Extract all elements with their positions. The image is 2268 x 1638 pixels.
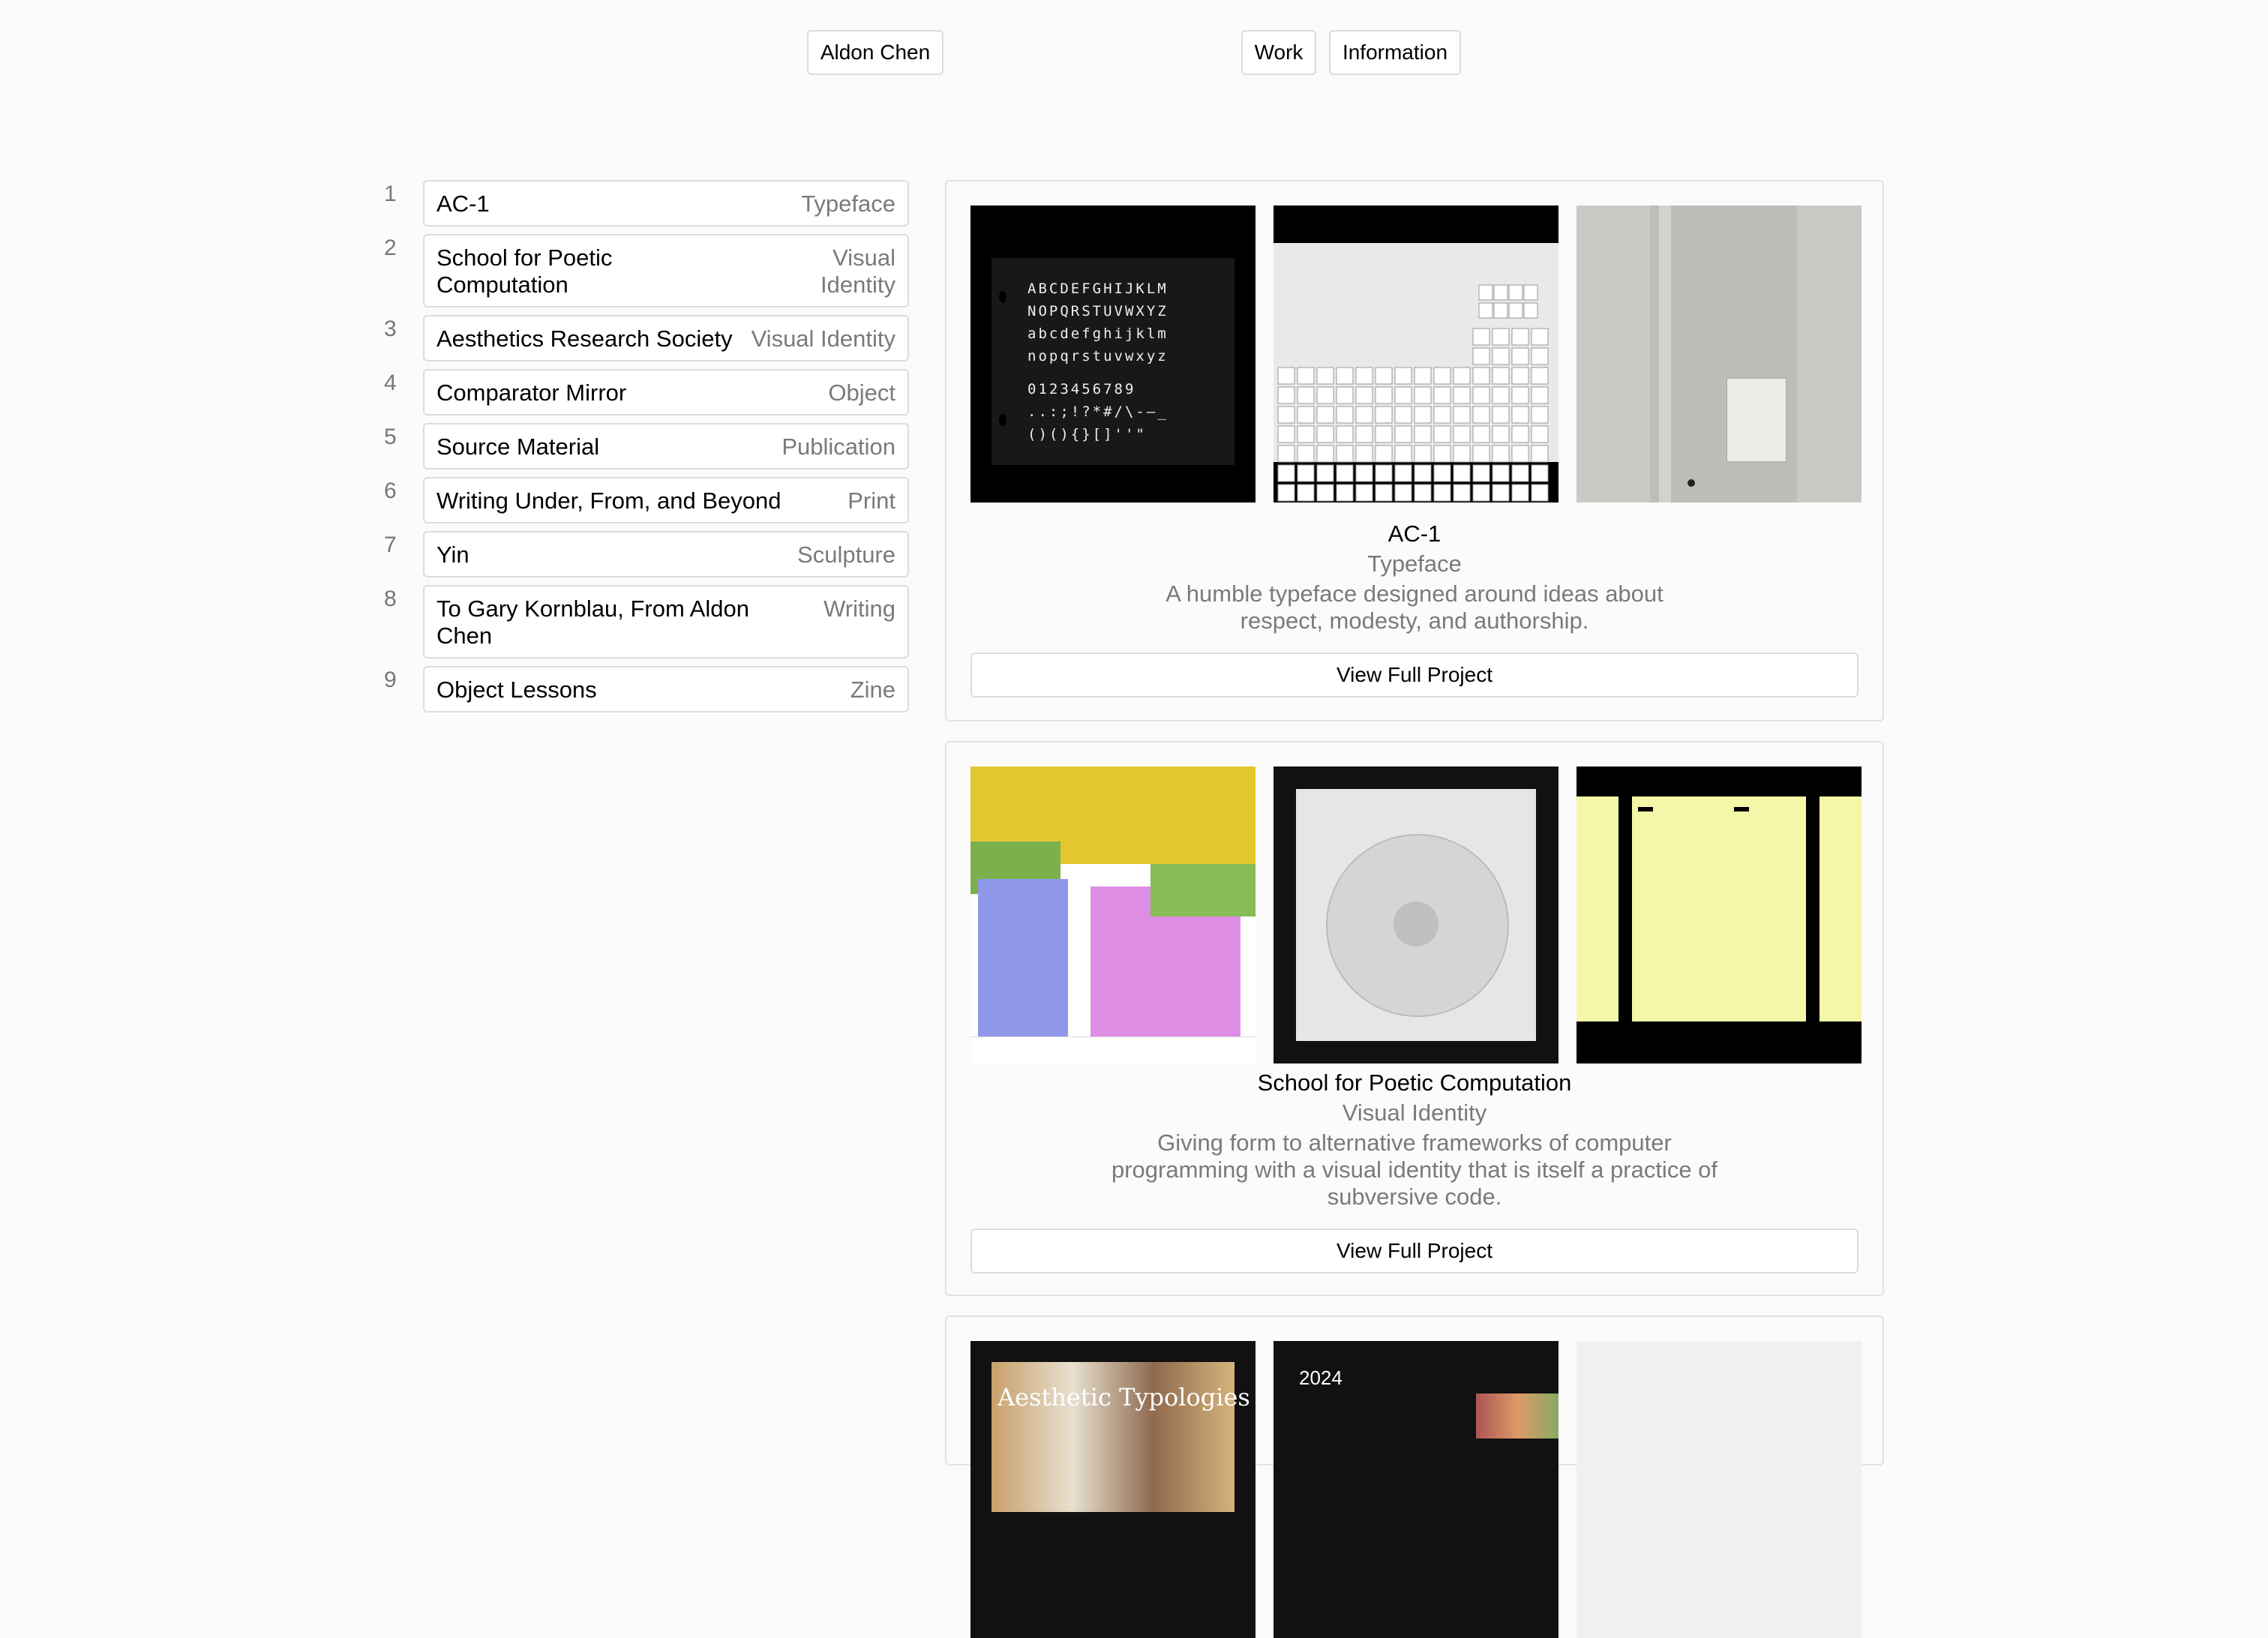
index-item-school-for-poetic-computation[interactable]: School for Poetic Computation Visual Ide… xyxy=(423,234,909,308)
index-item-title: Aesthetics Research Society xyxy=(436,326,733,352)
index-item-title: Source Material xyxy=(436,434,600,460)
specimen-row: ..:;!?*#/\-–_ xyxy=(1028,404,1168,420)
index-item-title: School for Poetic Computation xyxy=(436,244,613,298)
specimen-row: abcdefghijklm xyxy=(1028,326,1168,342)
index-item-title: Writing Under, From, and Beyond xyxy=(436,488,782,514)
project-image[interactable] xyxy=(1576,766,1862,1064)
project-title: School for Poetic Computation xyxy=(1257,1070,1572,1096)
project-card-aesthetics-research-society: Aesthetic Typologies 2024 xyxy=(945,1316,1884,1638)
project-image[interactable] xyxy=(1274,766,1558,1064)
project-image[interactable] xyxy=(1274,206,1558,502)
index-number: 4 xyxy=(384,370,397,395)
project-card-school-for-poetic-computation: School for Poetic Computation Visual Ide… xyxy=(945,741,1884,1296)
view-full-project-button[interactable]: View Full Project xyxy=(970,652,1858,698)
index-item-category: Object xyxy=(828,380,896,406)
index-number: 3 xyxy=(384,316,397,341)
site-name-button[interactable]: Aldon Chen xyxy=(807,30,944,75)
index-item-category: Typeface xyxy=(801,190,896,217)
specimen-row: nopqrstuvwxyz xyxy=(1028,348,1168,364)
project-thumbnails: ABCDEFGHIJKLM NOPQRSTUVWXYZ abcdefghijklm n… xyxy=(970,206,1862,502)
view-full-project-button[interactable]: View Full Project xyxy=(970,1228,1858,1274)
index-number: 5 xyxy=(384,424,397,449)
index-item-category: Zine xyxy=(850,676,896,703)
project-description: Giving form to alternative frameworks of… xyxy=(1111,1130,1718,1210)
index-item-title: To Gary Kornblau, From Aldon Chen xyxy=(436,596,749,649)
index-item-ac-1[interactable]: AC-1 Typeface xyxy=(423,180,909,226)
index-item-title: Yin xyxy=(436,542,470,568)
index-item-title: Comparator Mirror xyxy=(436,380,627,406)
index-number: 7 xyxy=(384,532,397,557)
index-item-category: Print xyxy=(848,488,896,514)
project-image[interactable]: ABCDEFGHIJKLM NOPQRSTUVWXYZ abcdefghijklm n… xyxy=(970,206,1256,502)
index-number: 8 xyxy=(384,586,397,611)
project-image[interactable]: 2024 xyxy=(1274,1341,1558,1638)
index-number: 6 xyxy=(384,478,397,503)
project-category: Typeface xyxy=(1367,550,1462,577)
index-item-object-lessons[interactable]: Object Lessons Zine xyxy=(423,666,909,712)
index-item-category: Visual Identity xyxy=(820,244,896,298)
project-thumbnails: Aesthetic Typologies 2024 xyxy=(970,1341,1862,1638)
project-image[interactable] xyxy=(1576,1341,1862,1638)
specimen-row: 0123456789 xyxy=(1028,381,1136,398)
thumbnail-caption: Aesthetic Typologies xyxy=(998,1383,1250,1412)
project-description: A humble typeface designed around ideas … xyxy=(1166,580,1664,634)
project-category: Visual Identity xyxy=(1342,1100,1487,1126)
index-item-category: Writing xyxy=(824,596,896,622)
index-item-aesthetics-research-society[interactable]: Aesthetics Research Society Visual Ident… xyxy=(423,315,909,362)
index-number: 9 xyxy=(384,668,397,692)
index-item-yin[interactable]: Yin Sculpture xyxy=(423,531,909,578)
project-image[interactable] xyxy=(1576,206,1862,502)
index-number: 1 xyxy=(384,182,397,206)
project-thumbnails xyxy=(970,766,1862,1064)
specimen-row: ()(){}[]''" xyxy=(1028,426,1147,442)
index-item-title: Object Lessons xyxy=(436,676,597,703)
index-item-category: Sculpture xyxy=(797,542,896,568)
periodic-table-graphic xyxy=(1277,284,1549,502)
project-image[interactable] xyxy=(970,766,1256,1064)
thumbnail-year: 2024 xyxy=(1299,1366,1342,1389)
project-card-ac-1: ABCDEFGHIJKLM NOPQRSTUVWXYZ abcdefghijklm n… xyxy=(945,180,1884,722)
work-nav-button[interactable]: Work xyxy=(1241,30,1316,75)
project-title: AC-1 xyxy=(1388,520,1442,547)
specimen-glyphs: ABCDEFGHIJKLM NOPQRSTUVWXYZ abcdefghijklm n… xyxy=(1028,278,1168,446)
index-item-source-material[interactable]: Source Material Publication xyxy=(423,423,909,470)
index-item-writing-under-from-and-beyond[interactable]: Writing Under, From, and Beyond Print xyxy=(423,477,909,524)
project-image[interactable]: Aesthetic Typologies xyxy=(970,1341,1256,1638)
index-item-category: Publication xyxy=(782,434,896,460)
information-nav-button[interactable]: Information xyxy=(1329,30,1461,75)
index-item-category: Visual Identity xyxy=(751,326,896,352)
index-item-comparator-mirror[interactable]: Comparator Mirror Object xyxy=(423,369,909,416)
index-item-title: AC-1 xyxy=(436,190,490,217)
index-number: 2 xyxy=(384,236,397,260)
specimen-row: ABCDEFGHIJKLM xyxy=(1028,280,1168,297)
index-item-to-gary-kornblau[interactable]: To Gary Kornblau, From Aldon Chen Writin… xyxy=(423,585,909,658)
specimen-row: NOPQRSTUVWXYZ xyxy=(1028,303,1168,320)
